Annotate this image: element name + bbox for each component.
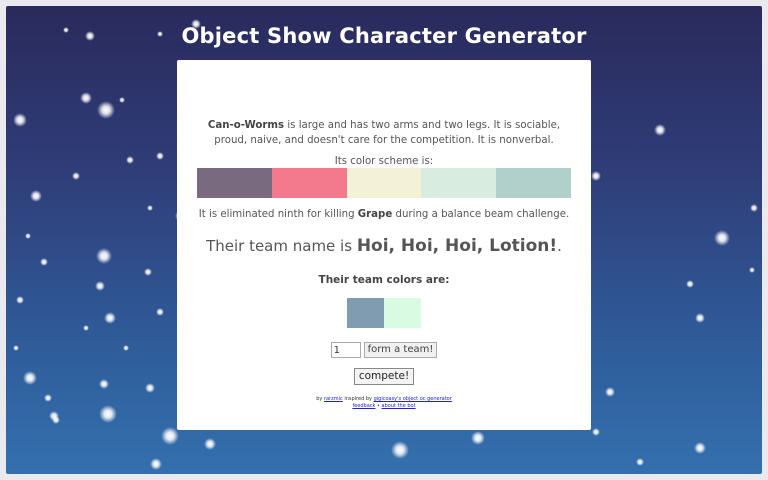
star-decoration (204, 438, 216, 450)
star-decoration (750, 204, 758, 212)
generator-card: Can-o-Worms is large and has two arms an… (177, 60, 591, 430)
star-decoration (104, 312, 116, 324)
color-swatch (346, 168, 422, 198)
elimination-text: It is eliminated ninth for killing Grape… (177, 209, 591, 220)
star-decoration (592, 428, 600, 436)
star-decoration (123, 345, 129, 351)
compete-button[interactable]: compete! (353, 368, 415, 385)
star-decoration (97, 101, 115, 119)
star-decoration (714, 230, 730, 246)
elimination-suffix: during a balance beam challenge. (392, 209, 570, 220)
color-swatch (421, 168, 497, 198)
star-decoration (99, 379, 109, 389)
star-decoration (13, 113, 27, 127)
team-count-input[interactable] (330, 342, 361, 358)
star-decoration (80, 92, 92, 104)
star-decoration (44, 394, 52, 402)
starry-background: Object Show Character Generator Can-o-Wo… (6, 6, 762, 474)
star-decoration (126, 156, 134, 164)
form-team-button[interactable]: form a team! (363, 342, 438, 358)
star-decoration (16, 296, 24, 304)
star-decoration (40, 258, 48, 266)
team-color-swatches (347, 298, 421, 328)
star-decoration (591, 171, 601, 181)
star-decoration (119, 97, 125, 103)
team-color-swatch (347, 298, 384, 328)
star-decoration (52, 416, 60, 424)
character-description: Can-o-Worms is large and has two arms an… (195, 118, 573, 148)
credits-inspired: inspired by (342, 396, 374, 402)
star-decoration (83, 325, 89, 331)
color-scheme-swatches (197, 168, 571, 198)
star-decoration (695, 313, 705, 323)
elimination-victim: Grape (357, 209, 393, 220)
color-swatch (271, 168, 347, 198)
inspiration-link[interactable]: gigicoasy's object oc generator (374, 396, 452, 402)
character-name: Can-o-Worms (207, 120, 285, 131)
star-decoration (161, 427, 179, 445)
star-decoration (605, 387, 615, 397)
elimination-prefix: It is eliminated ninth for killing (198, 209, 358, 220)
star-decoration (686, 280, 694, 288)
team-name-prefix: Their team name is (206, 237, 357, 255)
star-decoration (694, 442, 706, 454)
star-decoration (72, 172, 80, 180)
color-swatch (197, 168, 272, 198)
credits-by: by (316, 396, 324, 402)
feedback-link[interactable]: feedback (352, 403, 375, 409)
star-decoration (23, 371, 37, 385)
color-scheme-label: Its color scheme is: (334, 156, 434, 167)
star-decoration (150, 458, 162, 470)
star-decoration (145, 383, 155, 393)
author-link[interactable]: rarzmic (324, 396, 343, 402)
star-decoration (95, 281, 105, 291)
team-name: Hoi, Hoi, Hoi, Lotion! (356, 236, 558, 256)
star-decoration (156, 152, 164, 160)
color-swatch (496, 168, 571, 198)
star-decoration (391, 441, 409, 459)
star-decoration (471, 431, 485, 445)
star-decoration (654, 124, 666, 136)
star-decoration (156, 308, 164, 316)
star-decoration (30, 190, 42, 202)
about-link[interactable]: about the bot (382, 403, 416, 409)
star-decoration (636, 458, 644, 466)
star-decoration (25, 233, 31, 239)
page-title: Object Show Character Generator (181, 24, 587, 48)
star-decoration (99, 405, 117, 423)
compete-row: compete! (177, 368, 591, 385)
team-name-line: Their team name is Hoi, Hoi, Hoi, Lotion… (177, 236, 591, 256)
star-decoration (144, 268, 152, 276)
team-name-suffix: . (557, 237, 562, 255)
form-team-row: form a team! (177, 342, 591, 358)
star-decoration (749, 267, 755, 273)
star-decoration (147, 205, 153, 211)
team-color-swatch (384, 298, 421, 328)
credits: by rarzmic inspired by gigicoasy's objec… (177, 396, 591, 410)
team-colors-label: Their team colors are: (318, 274, 450, 286)
star-decoration (13, 345, 19, 351)
star-decoration (96, 248, 112, 264)
